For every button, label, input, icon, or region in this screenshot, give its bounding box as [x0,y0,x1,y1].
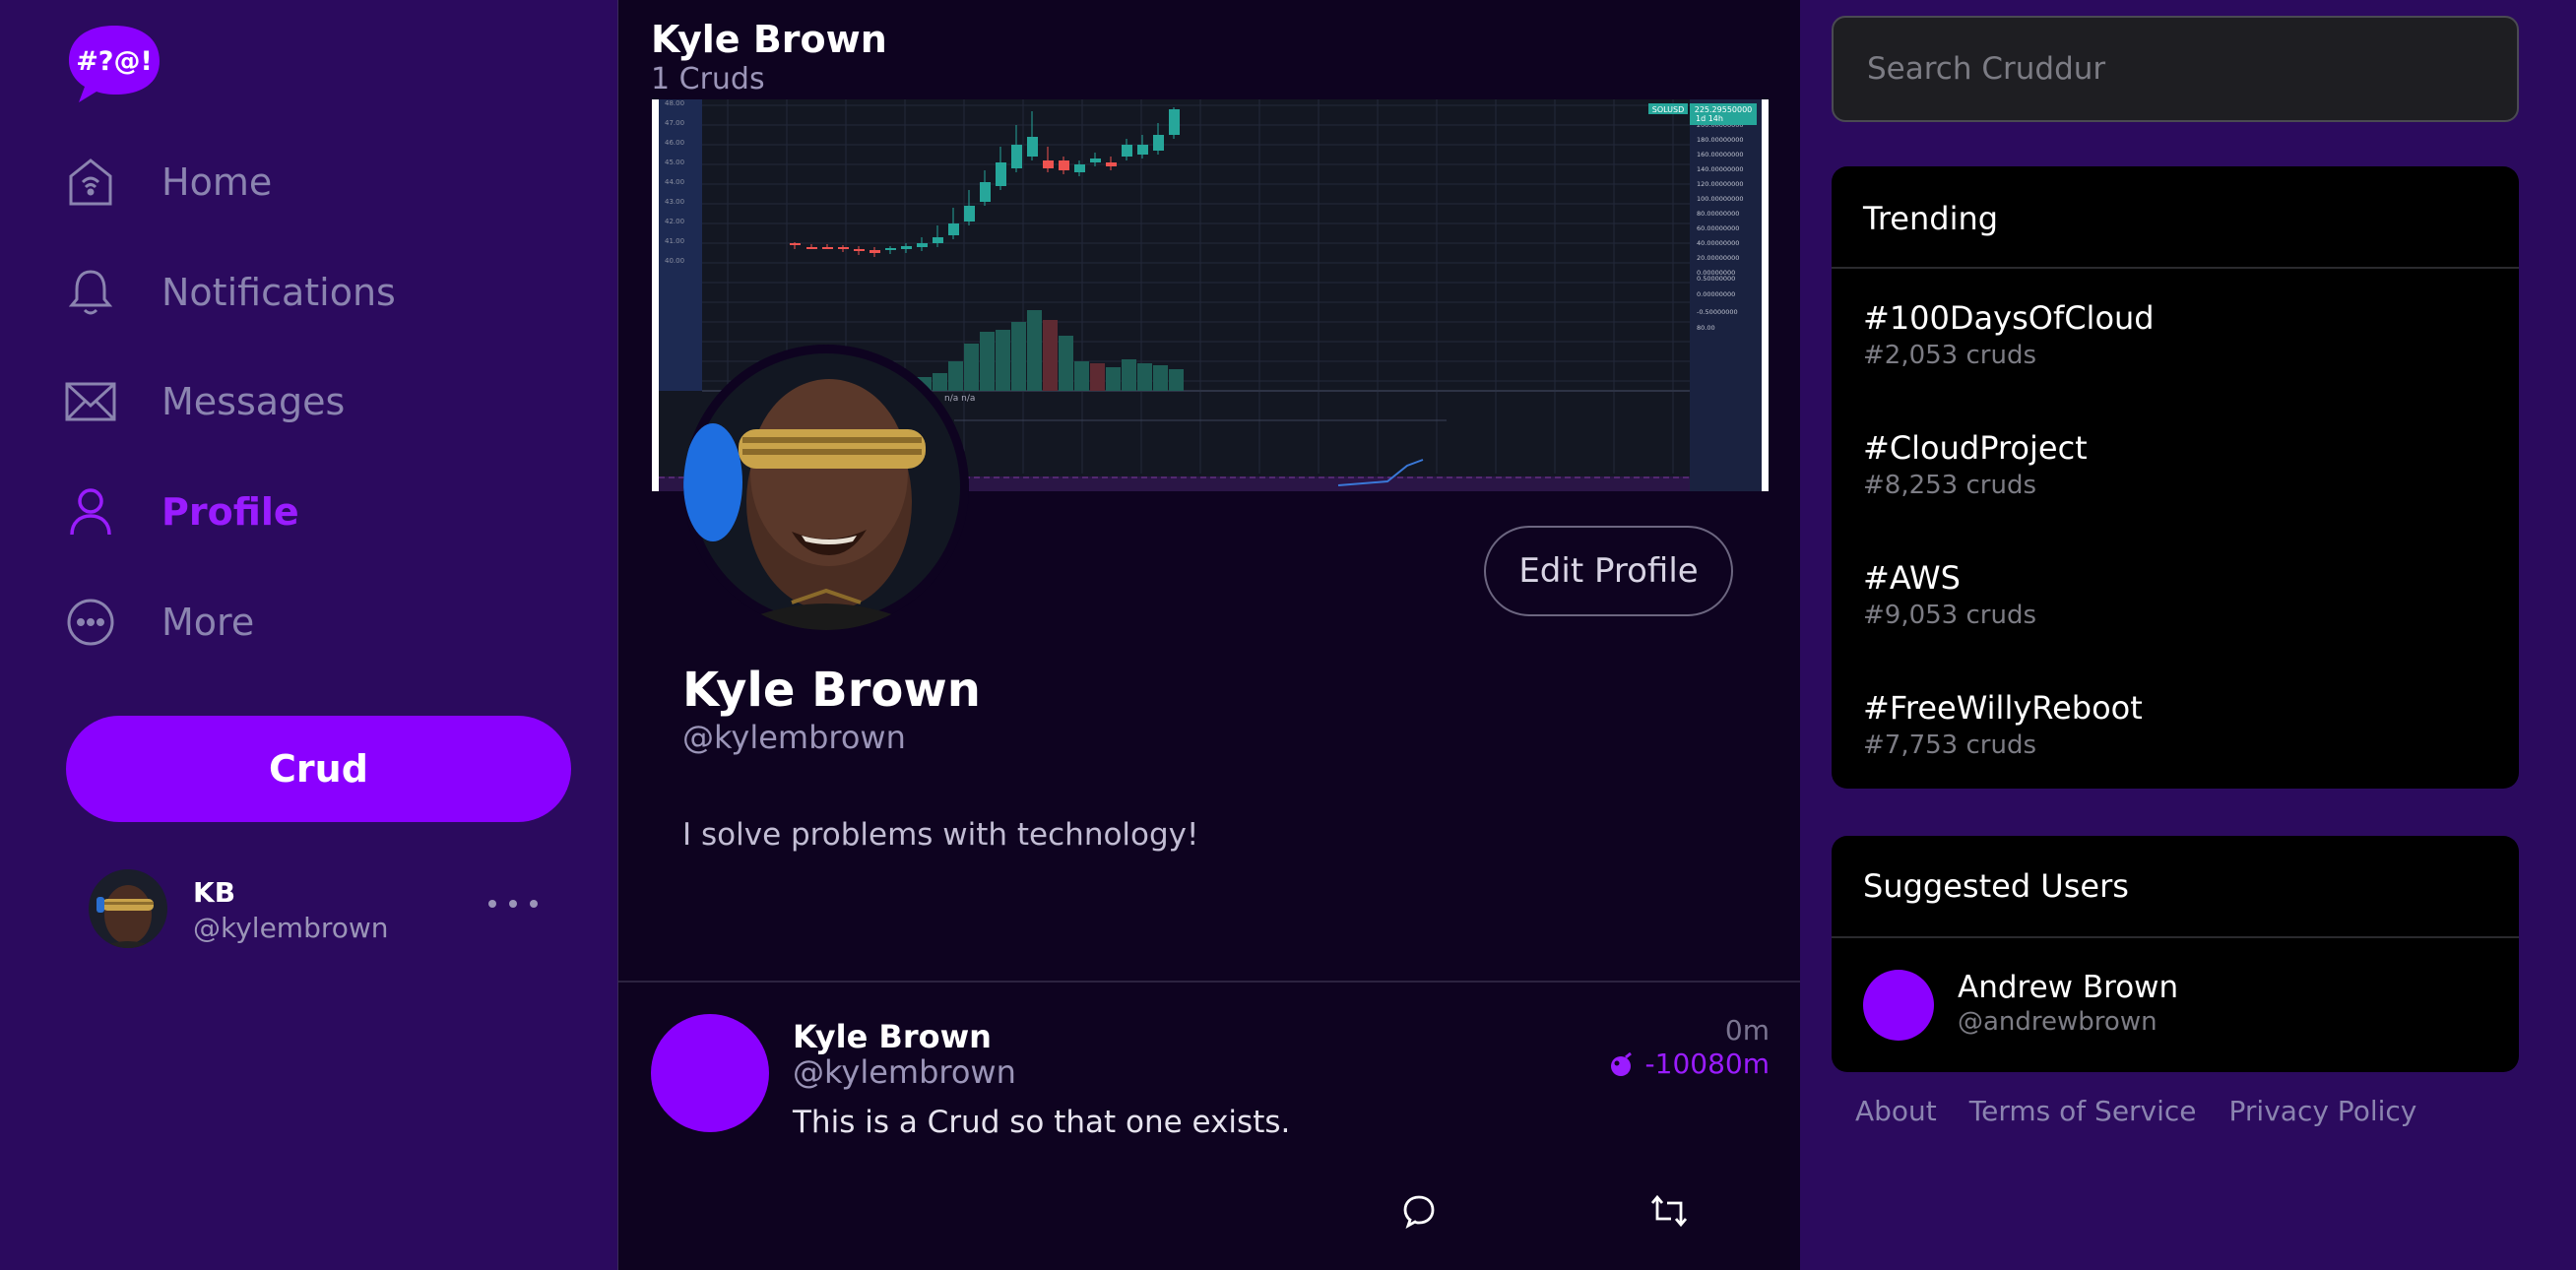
repost-button[interactable] [1647,1189,1691,1233]
svg-text:48.00: 48.00 [665,99,684,107]
profile-handle: @kylembrown [682,719,906,756]
post-author-name[interactable]: Kyle Brown [793,1018,992,1055]
svg-text:160.00000000: 160.00000000 [1697,151,1744,159]
bomb-icon [1610,1051,1632,1076]
suggested-users-card: Suggested Users Andrew Brown @andrewbrow… [1832,836,2519,1072]
nav-home-label: Home [161,160,273,204]
svg-text:80.00: 80.00 [1697,324,1715,332]
suggested-user-name[interactable]: Andrew Brown [1958,970,2178,1005]
privacy-link[interactable]: Privacy Policy [2229,1095,2417,1127]
reply-icon [1403,1195,1435,1229]
trending-tag: #AWS [1863,559,1961,597]
post-author-handle[interactable]: @kylembrown [793,1053,1016,1091]
post-expiry: -10080m [1608,1048,1770,1080]
footer-links: About Terms of Service Privacy Policy [1855,1095,2416,1127]
repost-icon [1650,1194,1688,1228]
trending-tag: #FreeWillyReboot [1863,689,2143,727]
svg-text:1d 14h: 1d 14h [1696,114,1723,123]
search-input[interactable] [1865,50,2479,88]
svg-text:n/a n/a: n/a n/a [944,394,975,404]
crud-item[interactable]: Kyle Brown @kylembrown 0m -10080m This i… [618,983,1801,1270]
profile-main: Kyle Brown 1 Cruds 48.00 47.00 46.00 45.00 4… [617,0,1802,1270]
page-title: Kyle Brown [651,18,887,61]
suggested-user-avatar[interactable] [1863,970,1934,1041]
left-sidebar: #?@! Home Notifications Messages Profile… [0,0,617,1270]
svg-text:80.00000000: 80.00000000 [1697,210,1739,218]
divider [1832,936,2519,938]
account-avatar [89,869,167,948]
svg-text:43.00: 43.00 [665,198,684,206]
about-link[interactable]: About [1855,1095,1937,1127]
svg-text:180.00000000: 180.00000000 [1697,136,1744,144]
svg-text:60.00000000: 60.00000000 [1697,224,1739,232]
nav-messages[interactable]: Messages [65,367,345,436]
svg-text:46.00: 46.00 [665,139,684,147]
trending-title: Trending [1863,200,1999,237]
nav-more[interactable]: More [65,588,254,657]
svg-text:47.00: 47.00 [665,119,684,127]
svg-text:225.29550000: 225.29550000 [1695,105,1753,114]
profile-avatar[interactable] [683,345,969,630]
nav-profile[interactable]: Profile [65,477,299,546]
svg-text:120.00000000: 120.00000000 [1697,180,1744,188]
svg-text:-0.50000000: -0.50000000 [1697,308,1738,316]
envelope-icon [65,376,116,427]
divider [1832,267,2519,269]
nav-more-label: More [161,601,255,644]
account-initials: KB [193,876,236,909]
more-circle-icon [65,597,116,648]
crud-button[interactable]: Crud [66,716,571,822]
nav-notifications-label: Notifications [161,271,396,314]
search-box[interactable] [1832,16,2519,122]
account-handle: @kylembrown [193,912,389,944]
user-icon [65,486,116,538]
trending-item[interactable]: #100DaysOfCloud #2,053 cruds [1863,299,2493,370]
reply-button[interactable] [1397,1189,1441,1233]
trending-count: #7,753 cruds [1863,730,2036,760]
home-icon [65,157,116,208]
nav-profile-label: Profile [161,490,299,534]
edit-profile-button[interactable]: Edit Profile [1484,526,1733,616]
nav-messages-label: Messages [161,380,346,423]
nav-notifications[interactable]: Notifications [65,258,396,327]
profile-bio: I solve problems with technology! [682,817,1199,853]
logo[interactable]: #?@! [67,24,161,104]
suggested-user-handle[interactable]: @andrewbrown [1958,1007,2157,1037]
svg-text:41.00: 41.00 [665,237,684,245]
trending-card: Trending #100DaysOfCloud #2,053 cruds #C… [1832,166,2519,789]
trending-tag: #CloudProject [1863,429,2088,467]
svg-text:44.00: 44.00 [665,178,684,186]
profile-name: Kyle Brown [682,663,981,718]
svg-text:#?@!: #?@! [76,46,153,77]
terms-link[interactable]: Terms of Service [1969,1095,2197,1127]
post-avatar[interactable] [651,1014,769,1132]
trending-tag: #100DaysOfCloud [1863,299,2155,337]
post-text: This is a Crud so that one exists. [793,1105,1291,1140]
account-switcher[interactable]: KB @kylembrown [89,866,542,951]
crud-count: 1 Cruds [651,62,765,96]
svg-text:0.50000000: 0.50000000 [1697,275,1735,283]
trending-count: #9,053 cruds [1863,601,2036,630]
bell-icon [65,267,116,318]
svg-text:100.00000000: 100.00000000 [1697,195,1744,203]
svg-text:20.00000000: 20.00000000 [1697,254,1739,262]
svg-text:140.00000000: 140.00000000 [1697,165,1744,173]
trending-count: #2,053 cruds [1863,341,2036,370]
svg-text:40.00: 40.00 [665,257,684,265]
account-more-icon[interactable] [488,884,538,923]
suggested-title: Suggested Users [1863,867,2129,905]
post-timestamp: 0m [1724,1014,1770,1047]
svg-text:SOLUSD: SOLUSD [1652,105,1685,114]
right-sidebar: Trending #100DaysOfCloud #2,053 cruds #C… [1800,0,2576,1270]
trending-count: #8,253 cruds [1863,471,2036,500]
svg-text:40.00000000: 40.00000000 [1697,239,1739,247]
trending-item[interactable]: #CloudProject #8,253 cruds [1863,429,2493,500]
trending-item[interactable]: #AWS #9,053 cruds [1863,559,2493,630]
trending-item[interactable]: #FreeWillyReboot #7,753 cruds [1863,689,2493,760]
nav-home[interactable]: Home [65,148,272,217]
svg-text:45.00: 45.00 [665,159,684,166]
post-expiry-text: -10080m [1644,1048,1770,1080]
svg-text:42.00: 42.00 [665,218,684,225]
svg-text:0.00000000: 0.00000000 [1697,290,1735,298]
